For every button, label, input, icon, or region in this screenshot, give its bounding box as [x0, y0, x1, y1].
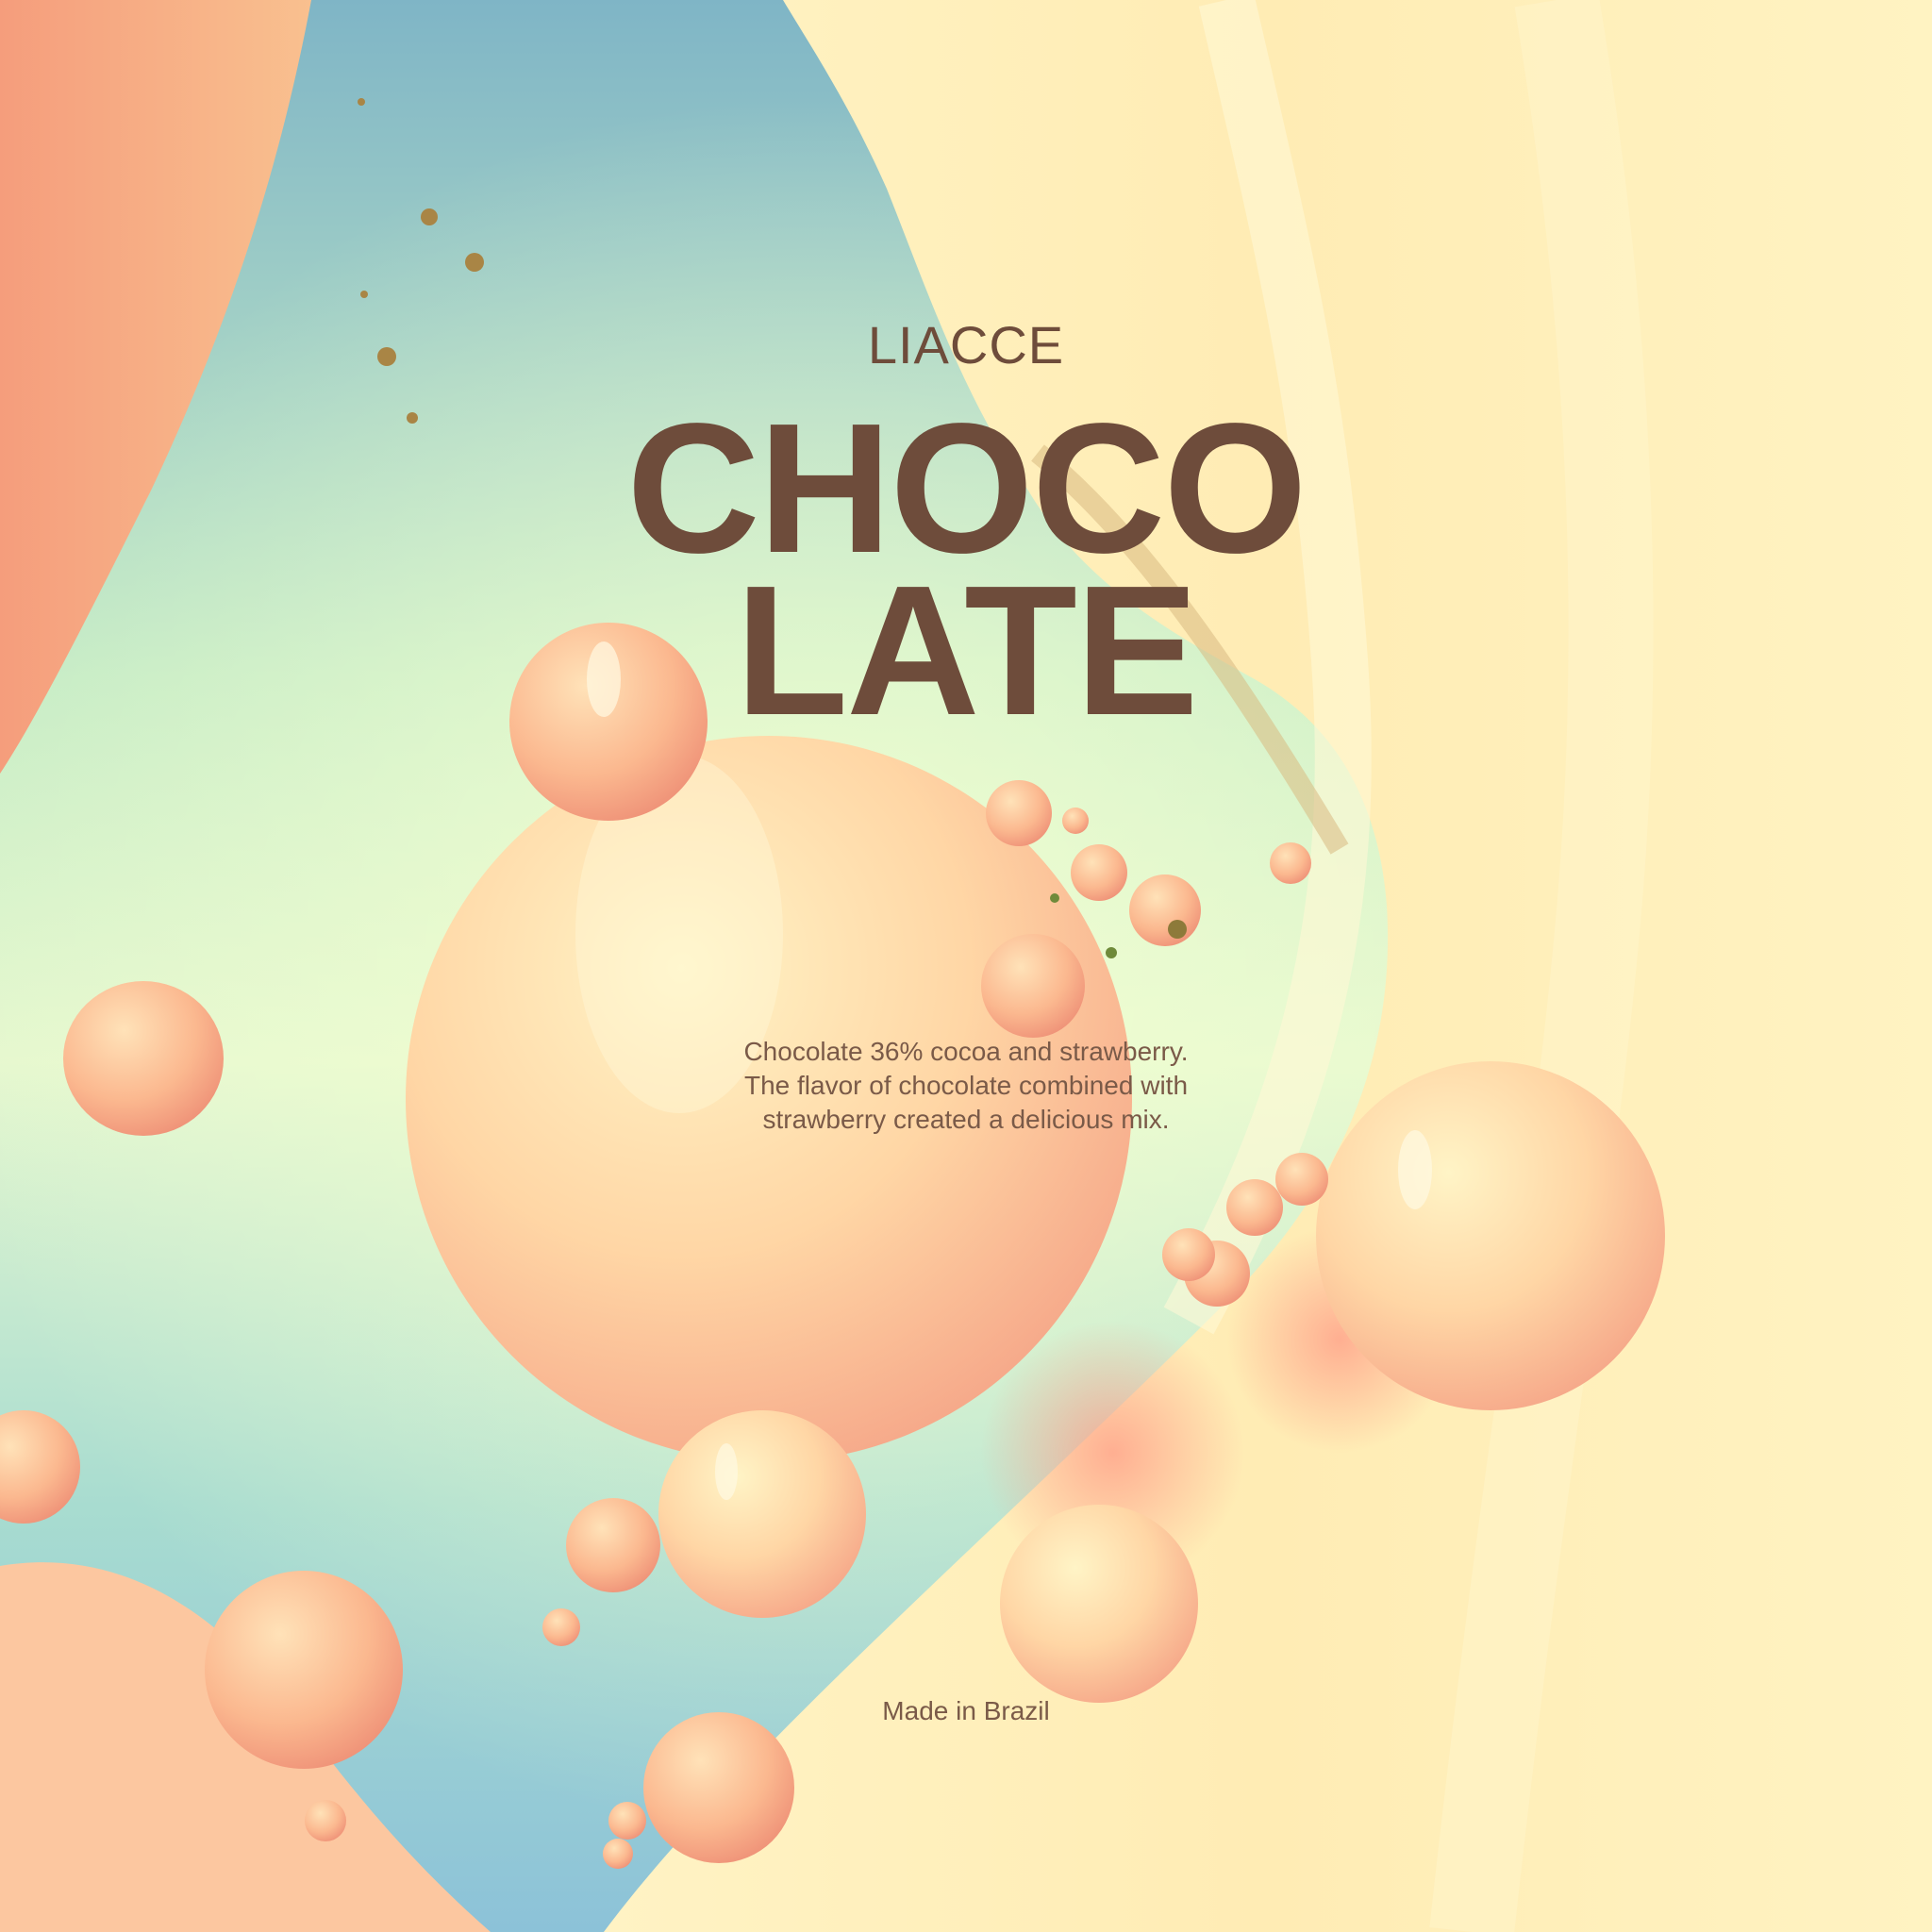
chocolate-poster: LIACCE CHOCO LATE Chocolate 36% cocoa an… [0, 0, 1932, 1932]
origin-label: Made in Brazil [882, 1696, 1050, 1725]
product-title: CHOCO LATE [0, 385, 1932, 754]
description-line-2: The flavor of chocolate combined with [743, 1071, 1189, 1100]
background-illustration [0, 0, 1932, 1932]
description-line-3: strawberry created a delicious mix. [762, 1105, 1170, 1134]
product-description: Chocolate 36% cocoa and strawberry. The … [589, 1035, 1343, 1137]
description-line-1: Chocolate 36% cocoa and strawberry. [743, 1037, 1189, 1066]
product-title-line-1: CHOCO [626, 385, 1307, 591]
brand-name: LIACCE [867, 315, 1065, 375]
product-title-line-2: LATE [735, 547, 1198, 754]
